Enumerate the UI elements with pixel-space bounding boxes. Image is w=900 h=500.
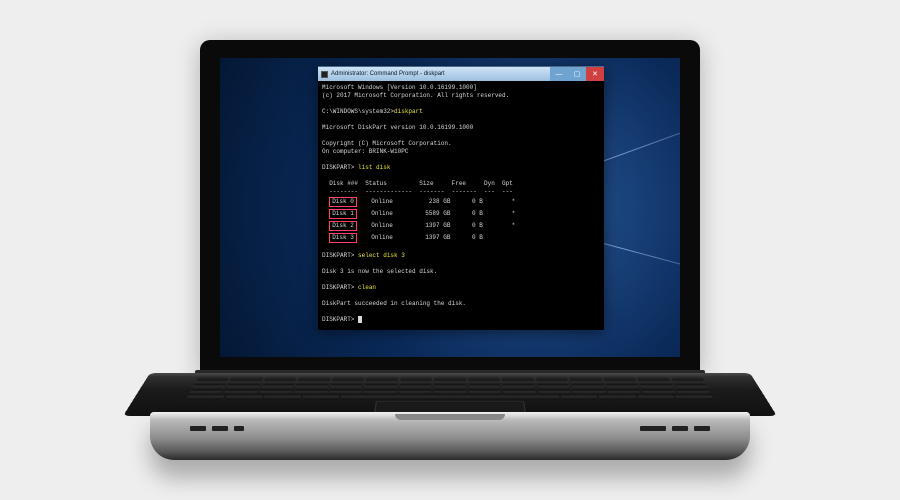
table-header: Disk ### Status Size Free Dyn Gpt: [322, 180, 513, 187]
diskpart-copyright: Copyright (C) Microsoft Corporation.: [322, 140, 452, 147]
keyboard[interactable]: [186, 377, 714, 400]
banner-line: (c) 2017 Microsoft Corporation. All righ…: [322, 92, 509, 99]
typed-command: select disk 3: [358, 252, 405, 259]
disk-row-rest: Online 1397 GB 0 B *: [357, 222, 515, 229]
disk-row-rest: Online 238 GB 0 B *: [357, 198, 515, 205]
laptop-keyboard-deck: [123, 373, 777, 416]
disk-row-rest: Online 5589 GB 0 B *: [357, 210, 515, 217]
command-prompt-window: Administrator: Command Prompt - diskpart…: [318, 66, 604, 330]
laptop: Administrator: Command Prompt - diskpart…: [150, 40, 750, 460]
close-button[interactable]: ✕: [586, 67, 604, 81]
port-icon: [694, 426, 710, 431]
window-controls: — ▢ ✕: [550, 67, 604, 81]
diskpart-prompt: DISKPART>: [322, 252, 354, 259]
port-icon: [212, 426, 228, 431]
window-titlebar[interactable]: Administrator: Command Prompt - diskpart…: [318, 67, 604, 81]
diskpart-prompt: DISKPART>: [322, 164, 354, 171]
window-title: Administrator: Command Prompt - diskpart: [331, 71, 445, 77]
port-icon: [640, 426, 666, 431]
disk-row-highlighted: Disk 3: [329, 233, 357, 243]
cmd-icon: [321, 71, 328, 78]
prompt-path: C:\WINDOWS\system32>: [322, 108, 394, 115]
diskpart-prompt: DISKPART>: [322, 316, 354, 323]
typed-command: diskpart: [394, 108, 423, 115]
cursor: [358, 316, 362, 323]
disk-row-highlighted: Disk 0: [329, 197, 357, 207]
laptop-front-edge: [150, 412, 750, 460]
minimize-button[interactable]: —: [550, 67, 568, 81]
terminal-output[interactable]: Microsoft Windows [Version 10.0.16199.10…: [318, 81, 604, 330]
laptop-lid: Administrator: Command Prompt - diskpart…: [200, 40, 700, 375]
port-icon: [672, 426, 688, 431]
diskpart-prompt: DISKPART>: [322, 284, 354, 291]
port-icon: [234, 426, 244, 431]
disk-row-highlighted: Disk 1: [329, 209, 357, 219]
typed-command: list disk: [358, 164, 390, 171]
banner-line: Microsoft Windows [Version 10.0.16199.10…: [322, 84, 477, 91]
output-line: Disk 3 is now the selected disk.: [322, 268, 437, 275]
disk-row-rest: Online 1397 GB 0 B: [357, 234, 483, 241]
port-icon: [190, 426, 206, 431]
disk-row-highlighted: Disk 2: [329, 221, 357, 231]
desktop-screen: Administrator: Command Prompt - diskpart…: [220, 58, 680, 357]
maximize-button[interactable]: ▢: [568, 67, 586, 81]
trackpad[interactable]: [374, 401, 526, 413]
table-divider: -------- ------------- ------- ------- -…: [322, 188, 513, 195]
output-line: DiskPart succeeded in cleaning the disk.: [322, 300, 466, 307]
diskpart-computer: On computer: BRINK-W10PC: [322, 148, 408, 155]
diskpart-version: Microsoft DiskPart version 10.0.16199.10…: [322, 124, 473, 131]
typed-command: clean: [358, 284, 376, 291]
